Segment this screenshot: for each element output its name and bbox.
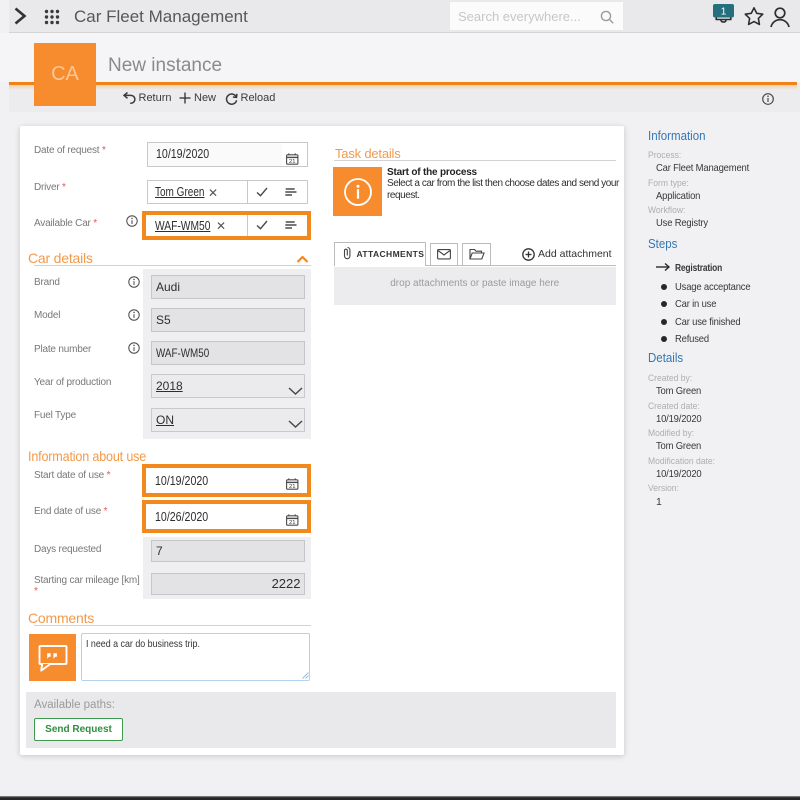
svg-text:21: 21	[289, 159, 295, 165]
svg-text:21: 21	[289, 483, 295, 489]
svg-text:1: 1	[721, 7, 727, 18]
svg-text:21: 21	[289, 519, 295, 525]
